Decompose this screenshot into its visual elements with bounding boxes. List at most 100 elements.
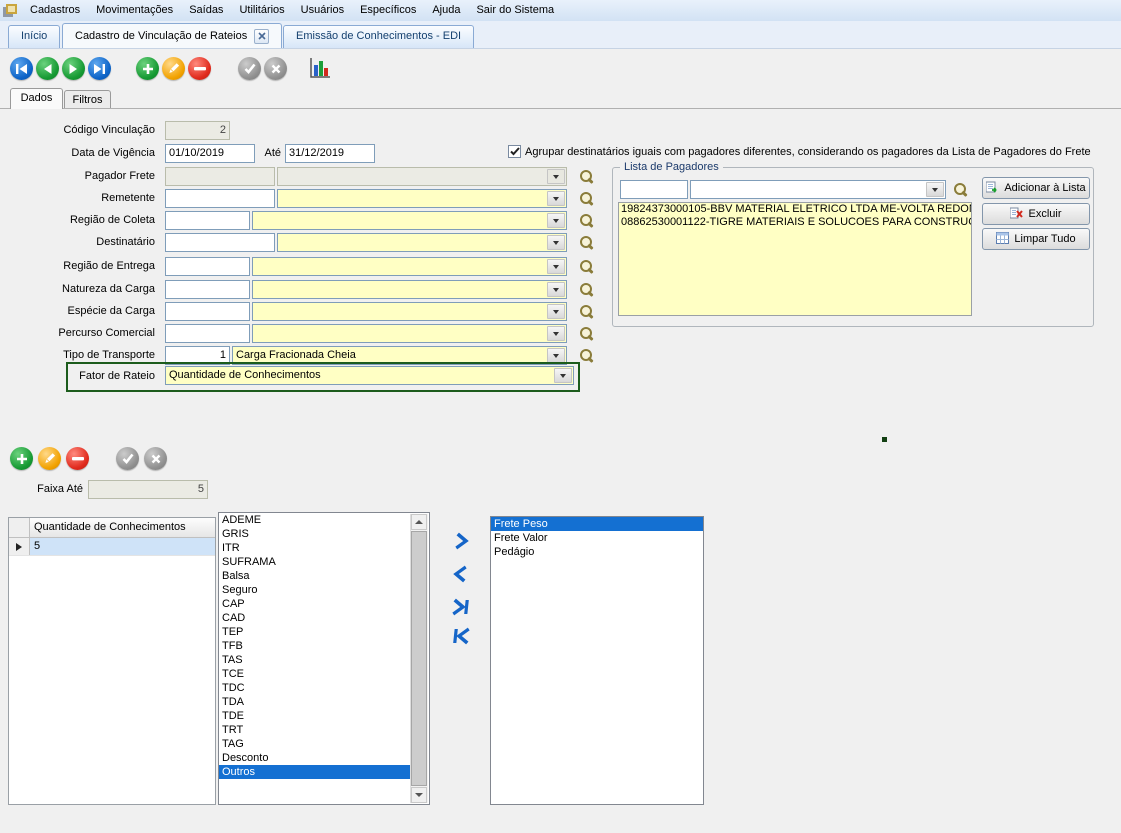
tab-close-icon[interactable]: [254, 29, 269, 44]
limpar-tudo-button[interactable]: Limpar Tudo: [982, 228, 1090, 250]
add-record-button[interactable]: [136, 57, 159, 80]
subtab-dados[interactable]: Dados: [10, 88, 63, 109]
delete-record-button[interactable]: [188, 57, 211, 80]
list-item[interactable]: CAD: [219, 611, 412, 625]
nav-next-button[interactable]: [62, 57, 85, 80]
regiao-entrega-combo[interactable]: [252, 257, 567, 276]
percurso-comercial-search-icon[interactable]: [580, 327, 594, 341]
scroll-down-button[interactable]: [411, 787, 427, 803]
available-components-list[interactable]: ADEMEGRISITRSUFRAMABalsaSeguroCAPCADTEPT…: [218, 512, 430, 805]
detail-confirm-button[interactable]: [116, 447, 139, 470]
detail-edit-button[interactable]: [38, 447, 61, 470]
list-item[interactable]: TEP: [219, 625, 412, 639]
list-item[interactable]: TAG: [219, 737, 412, 751]
tab-inicio[interactable]: Início: [8, 25, 60, 48]
natureza-carga-code-field[interactable]: [165, 280, 250, 299]
dropdown-arrow-icon[interactable]: [547, 282, 565, 297]
detail-cancel-button[interactable]: [144, 447, 167, 470]
list-item[interactable]: SUFRAMA: [219, 555, 412, 569]
menu-item-cadastros[interactable]: Cadastros: [22, 0, 88, 21]
list-item[interactable]: TRT: [219, 723, 412, 737]
destinatario-code-field[interactable]: [165, 233, 275, 252]
list-item[interactable]: Balsa: [219, 569, 412, 583]
menu-item-usuarios[interactable]: Usuários: [293, 0, 352, 21]
dropdown-arrow-icon[interactable]: [547, 191, 565, 206]
pagador-combo[interactable]: [690, 180, 946, 199]
percurso-comercial-combo[interactable]: [252, 324, 567, 343]
list-item[interactable]: ADEME: [219, 513, 412, 527]
menu-item-sair-do-sistema[interactable]: Sair do Sistema: [468, 0, 562, 21]
tipo-transporte-search-icon[interactable]: [580, 349, 594, 363]
dropdown-arrow-icon[interactable]: [547, 348, 565, 363]
pagador-search-icon[interactable]: [954, 183, 968, 197]
list-item[interactable]: Desconto: [219, 751, 412, 765]
list-item[interactable]: TFB: [219, 639, 412, 653]
subtab-filtros[interactable]: Filtros: [64, 90, 111, 109]
pagador-list-item[interactable]: 08862530001122-TIGRE MATERIAIS E SOLUCOE…: [619, 216, 971, 229]
adicionar-lista-button[interactable]: Adicionar à Lista: [982, 177, 1090, 199]
move-right-button[interactable]: [446, 527, 477, 555]
dropdown-arrow-icon[interactable]: [547, 235, 565, 250]
regiao-entrega-search-icon[interactable]: [580, 260, 594, 274]
list-item[interactable]: Pedágio: [491, 545, 703, 559]
regiao-coleta-combo[interactable]: [252, 211, 567, 230]
menu-item-saidas[interactable]: Saídas: [181, 0, 231, 21]
list-item[interactable]: TDC: [219, 681, 412, 695]
especie-carga-combo[interactable]: [252, 302, 567, 321]
pagadores-list[interactable]: 19824373000105-BBV MATERIAL ELETRICO LTD…: [618, 202, 972, 316]
vertical-scrollbar[interactable]: [410, 514, 428, 803]
dropdown-arrow-icon[interactable]: [547, 213, 565, 228]
detail-add-button[interactable]: [10, 447, 33, 470]
excluir-button[interactable]: Excluir: [982, 203, 1090, 225]
menu-item-especificos[interactable]: Específicos: [352, 0, 424, 21]
edit-record-button[interactable]: [162, 57, 185, 80]
cancel-button[interactable]: [264, 57, 287, 80]
tab-emissao-conhecimentos-edi[interactable]: Emissão de Conhecimentos - EDI: [283, 25, 474, 48]
chart-button[interactable]: [308, 56, 332, 80]
data-vigencia-fim-field[interactable]: 31/12/2019: [285, 144, 375, 163]
menu-item-ajuda[interactable]: Ajuda: [424, 0, 468, 21]
list-item[interactable]: TAS: [219, 653, 412, 667]
nav-prev-button[interactable]: [36, 57, 59, 80]
confirm-button[interactable]: [238, 57, 261, 80]
dropdown-arrow-icon[interactable]: [547, 326, 565, 341]
grid-row[interactable]: 5: [9, 538, 215, 556]
pagador-frete-code-field[interactable]: [165, 167, 275, 186]
list-item[interactable]: Frete Peso: [491, 517, 703, 531]
pagador-frete-combo[interactable]: [277, 167, 567, 186]
especie-carga-code-field[interactable]: [165, 302, 250, 321]
move-left-button[interactable]: [446, 560, 477, 588]
natureza-carga-search-icon[interactable]: [580, 283, 594, 297]
percurso-comercial-code-field[interactable]: [165, 324, 250, 343]
remetente-search-icon[interactable]: [580, 192, 594, 206]
regiao-coleta-code-field[interactable]: [165, 211, 250, 230]
natureza-carga-combo[interactable]: [252, 280, 567, 299]
faixa-ate-field[interactable]: 5: [88, 480, 208, 499]
pagador-frete-search-icon[interactable]: [580, 170, 594, 184]
list-item[interactable]: Frete Valor: [491, 531, 703, 545]
dropdown-arrow-icon[interactable]: [926, 182, 944, 197]
list-item[interactable]: CAP: [219, 597, 412, 611]
scrollbar-thumb[interactable]: [411, 531, 427, 786]
move-all-left-button[interactable]: [446, 622, 477, 650]
dropdown-arrow-icon[interactable]: [547, 259, 565, 274]
menu-item-movimentacoes[interactable]: Movimentações: [88, 0, 181, 21]
menu-item-utilitarios[interactable]: Utilitários: [231, 0, 292, 21]
nav-first-button[interactable]: [10, 57, 33, 80]
list-item[interactable]: Outros: [219, 765, 412, 779]
dropdown-arrow-icon[interactable]: [547, 304, 565, 319]
move-all-right-button[interactable]: [446, 593, 477, 621]
pagador-list-item[interactable]: 19824373000105-BBV MATERIAL ELETRICO LTD…: [619, 203, 971, 216]
list-item[interactable]: TDA: [219, 695, 412, 709]
agrupar-destinatarios-checkbox[interactable]: [508, 145, 521, 158]
grid-cell[interactable]: 5: [30, 538, 215, 555]
dropdown-arrow-icon[interactable]: [554, 368, 572, 383]
remetente-combo[interactable]: [277, 189, 567, 208]
chosen-components-list[interactable]: Frete PesoFrete ValorPedágio: [490, 516, 704, 805]
pagador-code-field[interactable]: [620, 180, 688, 199]
nav-last-button[interactable]: [88, 57, 111, 80]
list-item[interactable]: GRIS: [219, 527, 412, 541]
list-item[interactable]: TCE: [219, 667, 412, 681]
destinatario-search-icon[interactable]: [580, 236, 594, 250]
regiao-coleta-search-icon[interactable]: [580, 214, 594, 228]
